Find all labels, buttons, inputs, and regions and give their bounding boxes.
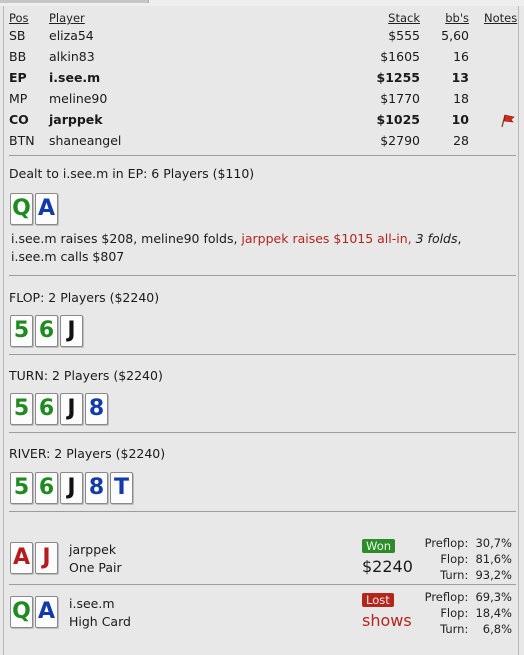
equity-preflop: 30,7% [475,536,512,550]
equity-flop: 18,4% [475,606,512,620]
player-row[interactable]: EP i.see.m $1255 13 [0,70,524,90]
player-pos: BB [9,49,27,64]
playing-card: J [60,315,83,347]
flop-title: FLOP: 2 Players ($2240) [9,290,160,305]
result-player-name: jarppek [69,542,117,557]
playing-card: J [60,393,83,425]
equity-stats: Preflop: 30,7% Flop: 81,6% Turn: 93,2% [408,535,512,583]
playing-card: A [35,596,58,628]
equity-label: Preflop: [424,536,469,550]
player-row[interactable]: BTN shaneangel $2790 28 [0,133,524,153]
divider [9,432,516,433]
equity-preflop: 69,3% [475,590,512,604]
result-amount: $2240 [362,557,413,576]
result-hand-rank: High Card [69,614,131,629]
equity-turn: 6,8% [482,622,512,636]
equity-label: Preflop: [424,590,469,604]
playing-card: J [60,472,83,504]
turn-cards: 5 6 J 8 [10,393,108,425]
player-stack: $1770 [380,91,420,106]
showdown-result-row[interactable]: Q A i.see.m High Card Lost shows Preflop… [0,590,524,636]
playing-card: 6 [35,393,58,425]
playing-card: 6 [35,472,58,504]
turn-title: TURN: 2 Players ($2240) [9,368,163,383]
active-tab[interactable] [0,0,149,3]
col-header-pos[interactable]: Pos [9,11,29,25]
won-badge: Won [362,539,396,553]
player-name: alkin83 [49,49,95,64]
player-bbs: 10 [451,112,469,127]
player-row[interactable]: SB eliza54 $555 5,60 [0,28,524,48]
equity-label: Flop: [440,552,469,566]
playing-card: 8 [85,393,108,425]
flop-cards: 5 6 J [10,315,83,347]
red-flag-icon[interactable] [500,114,516,131]
hole-cards: Q A [10,193,58,225]
player-bbs: 13 [451,70,469,85]
river-title: RIVER: 2 Players ($2240) [9,446,166,461]
player-pos: CO [9,112,29,127]
equity-turn: 93,2% [475,568,512,582]
player-stack: $1605 [380,49,420,64]
player-stack: $555 [388,28,420,43]
equity-flop: 81,6% [475,552,512,566]
playing-card: 6 [35,315,58,347]
player-name: eliza54 [49,28,94,43]
river-cards: 5 6 J 8 T [10,472,133,504]
playing-card: Q [10,193,33,225]
equity-label: Flop: [440,606,469,620]
equity-label: Turn: [440,568,469,582]
player-row[interactable]: MP meline90 $1770 18 [0,91,524,111]
player-bbs: 5,60 [441,28,469,43]
equity-label: Turn: [440,622,469,636]
player-stack: $1255 [376,70,421,85]
player-name: jarppek [49,112,103,127]
player-pos: MP [9,91,28,106]
player-name: shaneangel [49,133,122,148]
divider [9,354,516,355]
divider [9,275,516,276]
lost-badge: Lost [362,593,394,607]
equity-stats: Preflop: 69,3% Flop: 18,4% Turn: 6,8% [408,589,512,637]
player-bbs: 16 [453,49,469,64]
playing-card: Q [10,596,33,628]
divider [9,511,516,512]
col-header-notes[interactable]: Notes [484,11,517,25]
player-name: meline90 [49,91,108,106]
player-pos: EP [9,70,27,85]
showdown-result-row[interactable]: A J jarppek One Pair Won $2240 Preflop: … [0,536,524,582]
action-folds-text: 3 folds [411,231,458,246]
result-player-name: i.see.m [69,596,115,611]
playing-card: A [10,542,33,574]
player-row[interactable]: CO jarppek $1025 10 [0,112,524,132]
player-name: i.see.m [49,70,101,85]
playing-card: 5 [10,393,33,425]
preflop-title: Dealt to i.see.m in EP: 6 Players ($110) [9,166,255,181]
action-text: i.see.m raises $208, meline90 folds, [11,231,242,246]
player-stack: $2790 [380,133,420,148]
preflop-action: i.see.m raises $208, meline90 folds, jar… [11,230,491,266]
playing-card: 5 [10,315,33,347]
player-row[interactable]: BB alkin83 $1605 16 [0,49,524,69]
playing-card: A [35,193,58,225]
player-bbs: 28 [453,133,469,148]
divider [9,155,516,156]
result-shows: shows [362,611,412,630]
divider [9,584,516,585]
playing-card: 8 [85,472,108,504]
player-pos: SB [9,28,26,43]
playing-card: T [110,472,133,504]
col-header-stack[interactable]: Stack [388,11,420,25]
playing-card: J [35,542,58,574]
player-pos: BTN [9,133,35,148]
playing-card: 5 [10,472,33,504]
shown-cards: Q A [10,596,58,628]
col-header-player[interactable]: Player [49,11,85,25]
result-hand-rank: One Pair [69,560,122,575]
action-allin-text: jarppek raises $1015 all-in, [241,231,412,246]
shown-cards: A J [10,542,58,574]
col-header-bbs[interactable]: bb's [445,11,469,25]
player-stack: $1025 [376,112,421,127]
player-bbs: 18 [453,91,469,106]
